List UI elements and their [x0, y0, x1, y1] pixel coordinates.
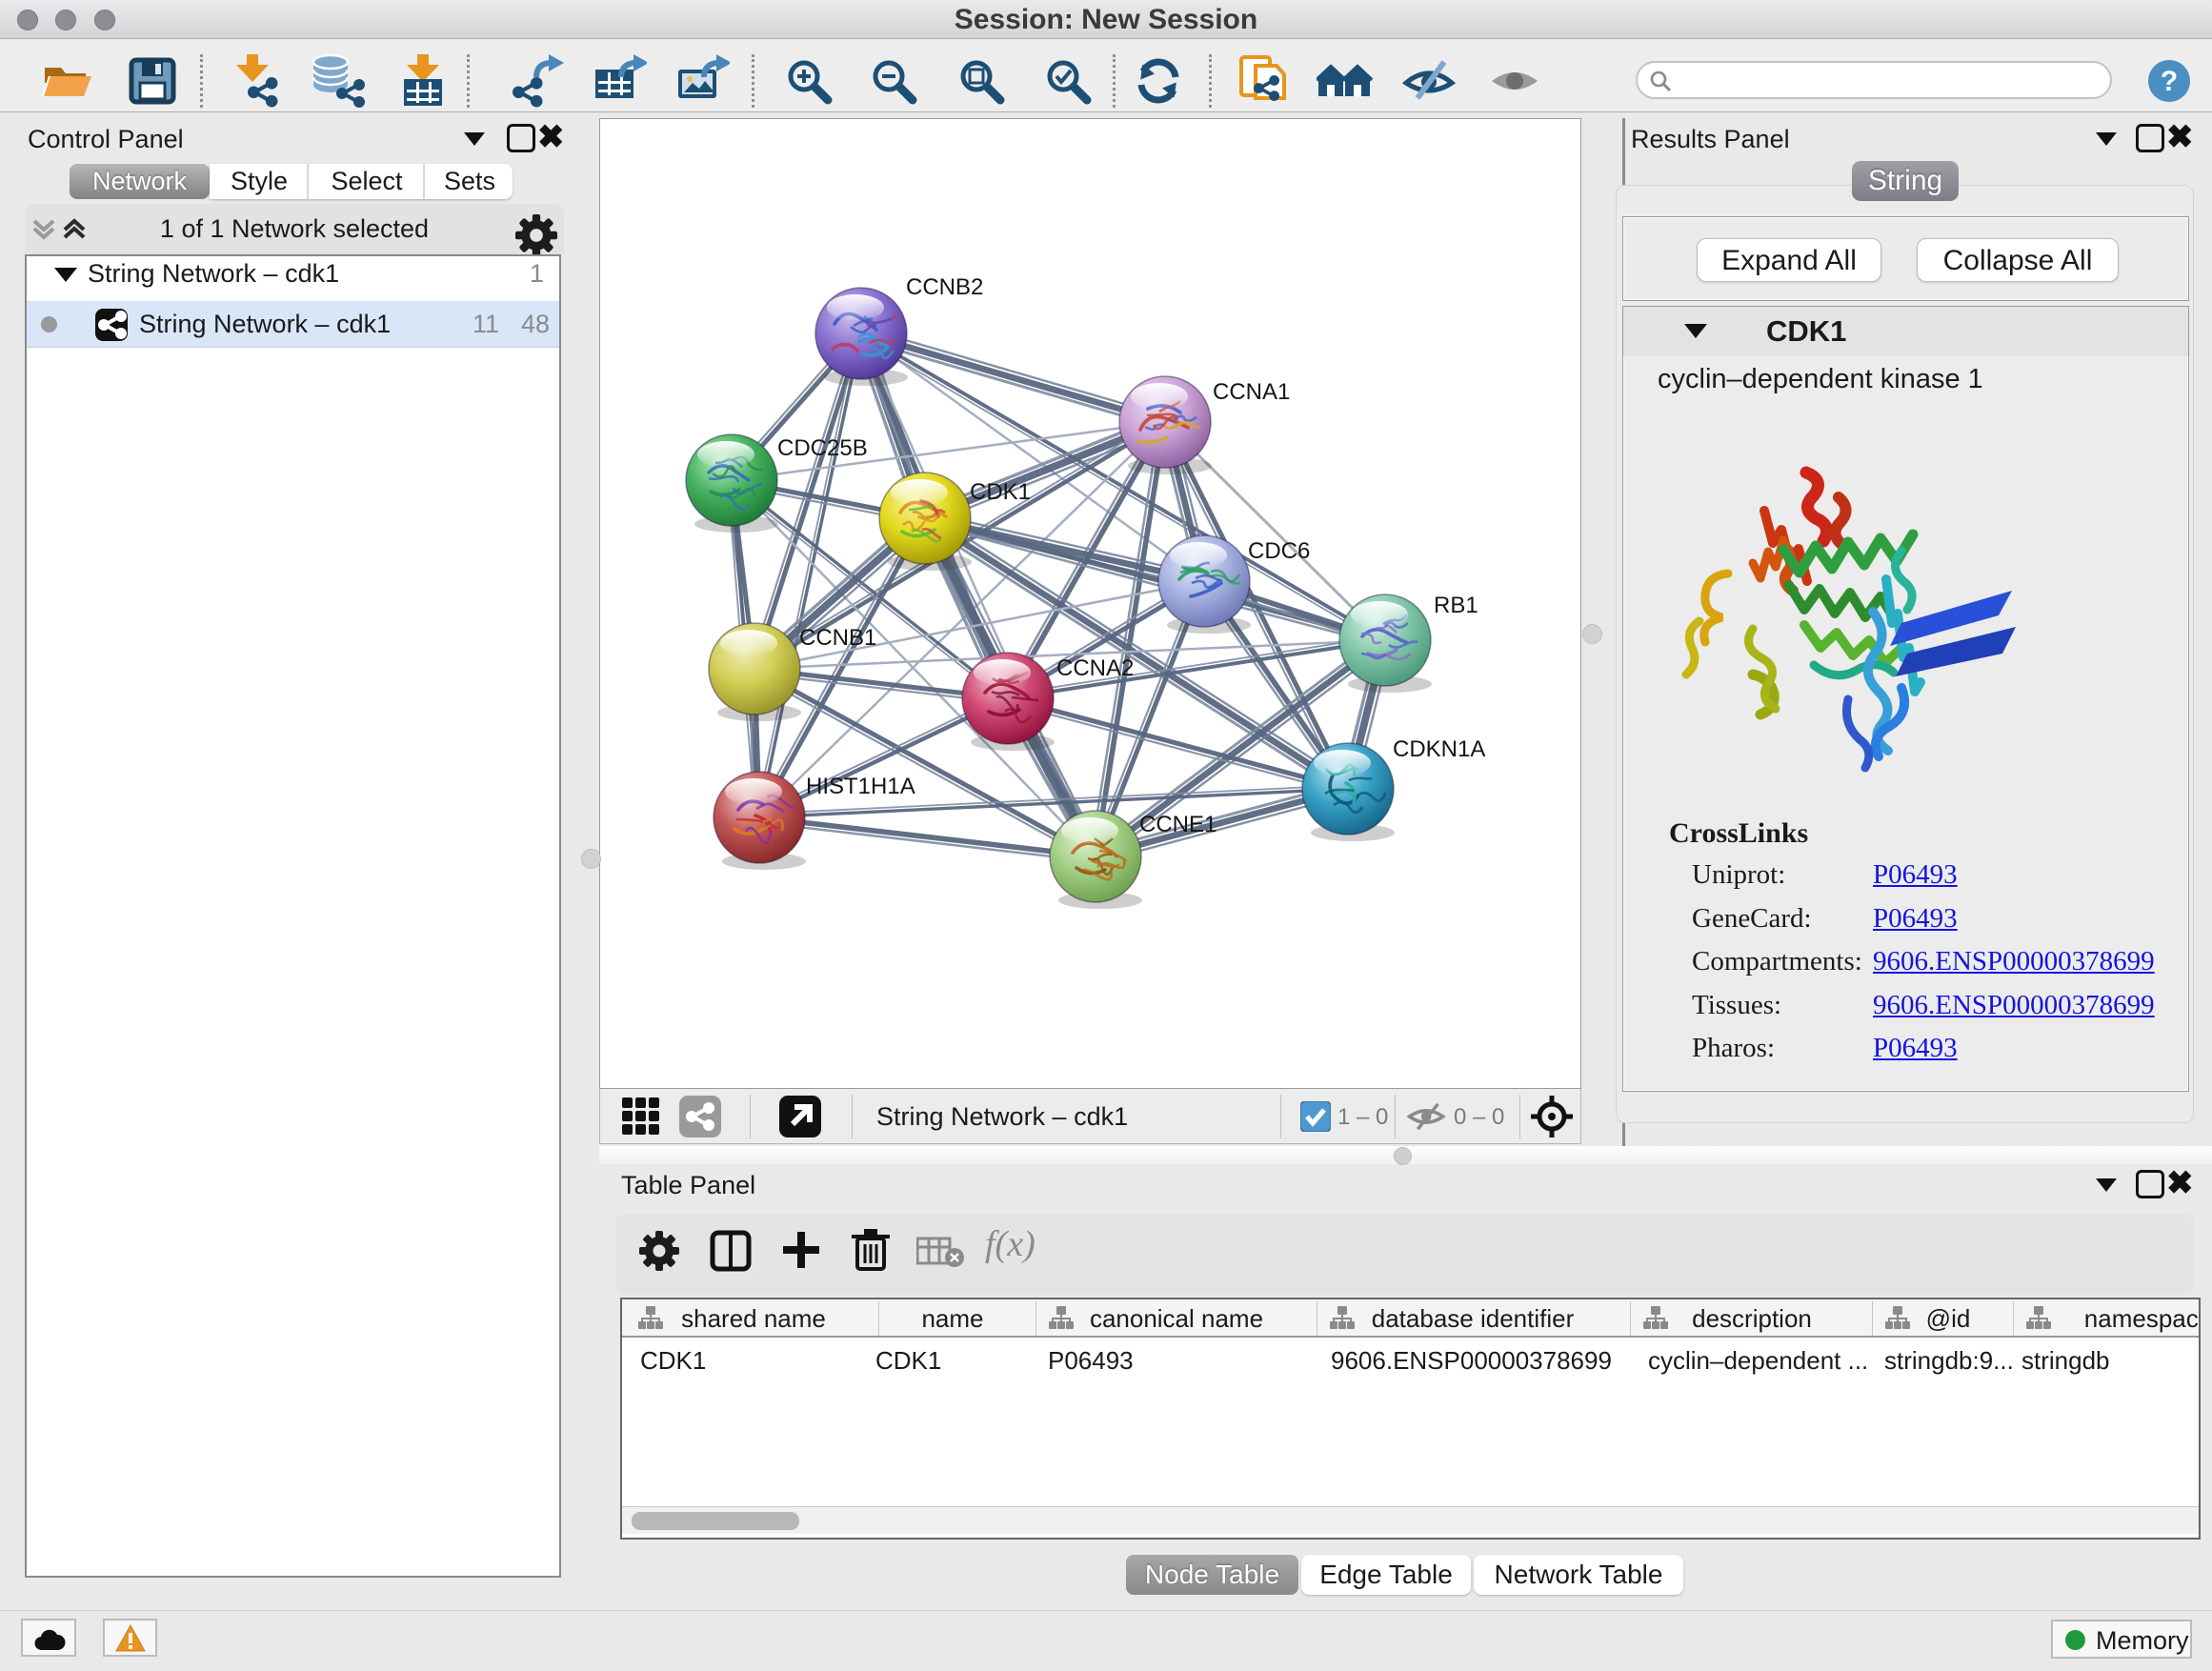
svg-text:CDK1: CDK1 [970, 479, 1031, 505]
svg-text:HIST1H1A: HIST1H1A [806, 774, 915, 799]
svg-text:CCNA1: CCNA1 [1213, 379, 1290, 405]
svg-text:CDC6: CDC6 [1248, 538, 1310, 564]
svg-text:CDKN1A: CDKN1A [1393, 736, 1485, 762]
svg-text:?: ? [2161, 66, 2178, 97]
svg-text:CCNB2: CCNB2 [906, 274, 983, 300]
svg-text:CDC25B: CDC25B [777, 435, 868, 461]
svg-text:CCNB1: CCNB1 [799, 625, 876, 651]
svg-text:RB1: RB1 [1434, 593, 1478, 618]
svg-text:CCNE1: CCNE1 [1139, 812, 1217, 837]
svg-text:CCNA2: CCNA2 [1056, 655, 1134, 681]
